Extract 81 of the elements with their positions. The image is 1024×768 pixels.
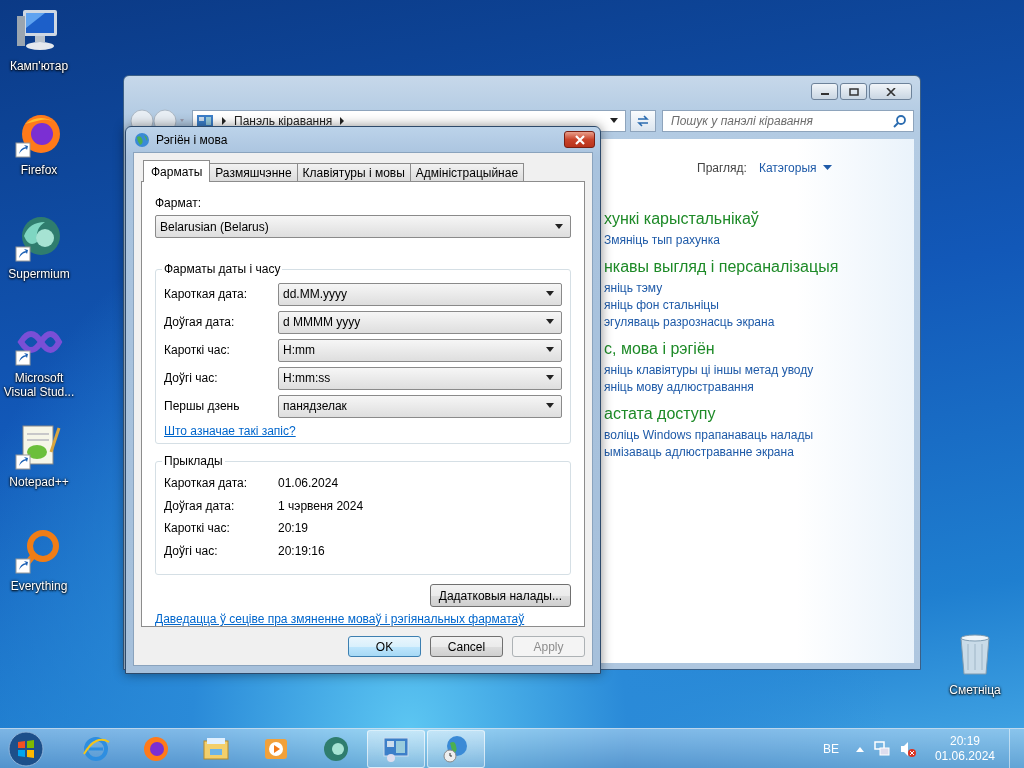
dropdown-arrow-icon[interactable] xyxy=(545,375,555,381)
field-label: Доўгі час: xyxy=(164,371,219,385)
format-dropdown[interactable]: панядзелак xyxy=(278,394,562,418)
globe-clock-icon[interactable] xyxy=(427,729,485,768)
format-dropdown[interactable]: d MMMM yyyy xyxy=(278,310,562,334)
chevron-icon xyxy=(338,117,347,125)
example-label: Доўгая дата: xyxy=(164,498,236,513)
refresh-button[interactable] xyxy=(630,110,656,132)
desktop-icon-label[interactable]: Microsoft Visual Stud... xyxy=(0,371,78,399)
category-heading-link[interactable]: с, мова і рэгіён xyxy=(604,339,914,359)
control-panel-icon xyxy=(196,114,214,128)
desktop-icon-label[interactable]: Supermium xyxy=(8,267,70,281)
desktop-icon-label[interactable]: Firefox xyxy=(20,163,58,177)
field-label: Першы дзень xyxy=(164,399,241,413)
category-heading-link[interactable]: нкавы выгляд і персаналізацыя xyxy=(604,257,914,277)
field-label: Кароткая дата: xyxy=(164,287,249,301)
desktop-icon-label[interactable]: Камп'ютар xyxy=(9,59,69,73)
tab[interactable]: Клавіятуры і мовы xyxy=(296,163,411,181)
category-task-link[interactable]: яніць фон стальніцы xyxy=(604,297,914,314)
desktop-icon-label[interactable]: Notepad++ xyxy=(9,475,69,489)
minimize-button[interactable] xyxy=(811,83,838,100)
category-task-link[interactable]: яніць тэму xyxy=(604,280,914,297)
search-icon[interactable] xyxy=(893,114,907,128)
tab[interactable]: Адміністрацыйнае xyxy=(409,163,525,181)
ok-button[interactable]: OK xyxy=(348,636,421,657)
example-value: 20:19 xyxy=(278,521,309,536)
view-label: Прагляд: xyxy=(697,161,747,175)
globe-icon xyxy=(133,130,151,149)
close-button[interactable] xyxy=(869,83,912,100)
format-dropdown[interactable]: dd.MM.yyyy xyxy=(278,282,562,306)
notepad-icon[interactable] xyxy=(15,422,63,470)
category-task-link[interactable]: Змяніць тып рахунка xyxy=(604,232,914,249)
search-field[interactable]: Пошук у панэлі кіравання xyxy=(662,110,914,132)
dropdown-arrow-icon[interactable] xyxy=(554,223,564,230)
desktop-icon-label[interactable]: Everything xyxy=(10,579,68,593)
example-value: 1 чэрвеня 2024 xyxy=(278,498,364,513)
format-dropdown[interactable]: H:mm:ss xyxy=(278,366,562,390)
field-label: Доўгая дата: xyxy=(164,315,236,329)
dropdown-arrow-icon[interactable] xyxy=(545,291,555,297)
field-label: Кароткі час: xyxy=(164,343,231,357)
start-button-icon[interactable] xyxy=(6,728,46,768)
control-panel-icon[interactable] xyxy=(367,729,425,768)
example-value: 01.06.2024 xyxy=(278,476,339,491)
category-task-link[interactable]: эгуляваць разрознасць экрана xyxy=(604,314,914,331)
dropdown-arrow-icon[interactable] xyxy=(545,347,555,353)
dropdown-arrow-icon[interactable] xyxy=(545,403,555,409)
tab[interactable]: Фарматы xyxy=(143,160,211,182)
group-title: Фарматы даты і часу xyxy=(163,262,282,276)
window-title: Рэгіён і мова xyxy=(156,132,228,147)
address-text[interactable]: Панэль кіравання xyxy=(234,114,333,128)
example-value: 20:19:16 xyxy=(278,543,325,558)
online-help-link[interactable]: Даведацца ў сеціве пра змяненне моваў і рэгіянальных фарматаў xyxy=(155,612,571,626)
close-icon xyxy=(885,87,896,96)
dialog-button[interactable]: Cancel xyxy=(430,636,503,657)
close-button[interactable] xyxy=(564,131,595,148)
format-dropdown[interactable]: Belarusian (Belarus) xyxy=(155,215,571,238)
dropdown-arrow-icon[interactable] xyxy=(545,319,555,325)
sphere-icon[interactable] xyxy=(15,214,63,262)
maximize-icon xyxy=(848,87,859,96)
category-task-link[interactable]: ымізаваць адлюстраванне экрана xyxy=(604,444,914,461)
group-title: Прыклады xyxy=(163,454,224,468)
example-label: Кароткая дата: xyxy=(164,476,249,491)
category-heading-link[interactable]: астата доступу xyxy=(604,404,914,424)
category-task-link[interactable]: яніць мову адлюстравання xyxy=(604,379,914,396)
example-label: Доўгі час: xyxy=(164,543,219,558)
chevron-icon xyxy=(220,117,228,125)
category-task-link[interactable]: яніць клавіятуры ці іншы метад уводу xyxy=(604,362,914,379)
view-dropdown[interactable]: Катэгорыя xyxy=(758,161,832,175)
additional-settings-button[interactable]: Дадатковыя налады... xyxy=(429,584,571,607)
refresh-icon xyxy=(636,114,650,128)
tab[interactable]: Размяшчэнне xyxy=(209,163,298,181)
maximize-button[interactable] xyxy=(840,83,867,100)
format-label: Фармат: xyxy=(155,196,202,210)
category-heading-link[interactable]: хункі карыстальнікаў xyxy=(604,209,914,229)
format-dropdown[interactable]: H:mm xyxy=(278,338,562,362)
dropdown-arrow-icon xyxy=(822,165,832,171)
dropdown-arrow-icon[interactable] xyxy=(609,118,619,124)
example-label: Кароткі час: xyxy=(164,521,231,536)
close-icon xyxy=(573,134,586,145)
help-link[interactable]: Што азначае такі запіс? xyxy=(164,424,296,438)
category-task-link[interactable]: воліць Windows прапанаваць налады xyxy=(604,427,914,444)
